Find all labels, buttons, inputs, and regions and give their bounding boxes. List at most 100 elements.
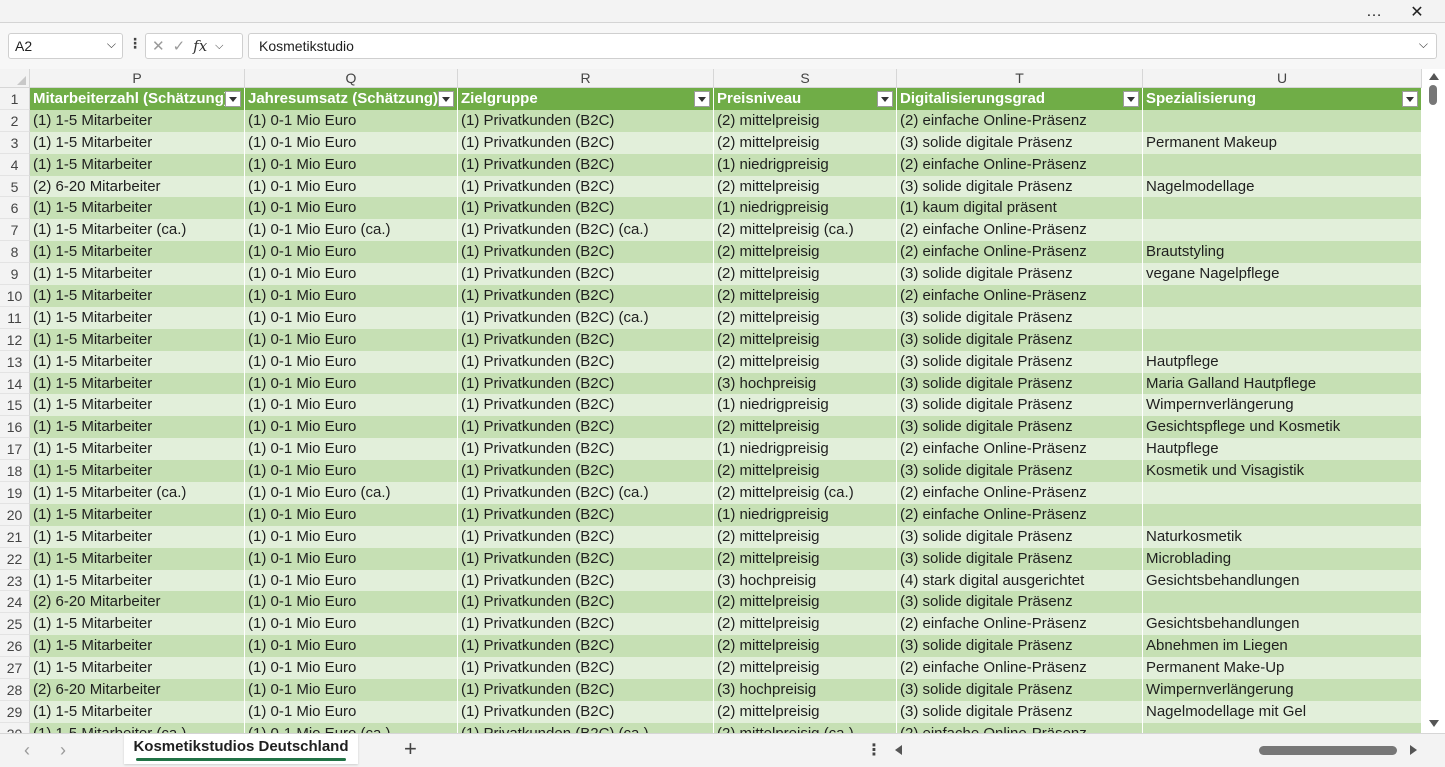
table-cell[interactable]: (3) hochpreisig	[714, 679, 897, 701]
table-cell[interactable]: (1) 1-5 Mitarbeiter	[30, 635, 245, 658]
table-cell[interactable]: (1) 0-1 Mio Euro	[245, 525, 458, 548]
horizontal-scroll-thumb[interactable]	[1259, 746, 1397, 755]
table-cell[interactable]: (2) mittelpreisig	[714, 285, 897, 307]
table-cell[interactable]: (1) Privatkunden (B2C)	[458, 263, 714, 286]
header-cell[interactable]: Preisniveau	[714, 88, 897, 110]
scroll-down-icon[interactable]	[1429, 720, 1439, 727]
table-cell[interactable]: (1) 1-5 Mitarbeiter	[30, 657, 245, 680]
table-cell[interactable]: (3) solide digitale Präsenz	[897, 306, 1143, 329]
row-number[interactable]: 1	[0, 88, 30, 110]
row-number[interactable]: 25	[0, 613, 30, 636]
table-cell[interactable]: (1) 0-1 Mio Euro	[245, 569, 458, 592]
table-cell[interactable]: (1) 0-1 Mio Euro (ca.)	[245, 722, 458, 733]
name-box[interactable]: A2 ⌵	[8, 33, 123, 59]
expand-formula-icon[interactable]: ⌵	[1419, 37, 1428, 52]
row-number[interactable]: 23	[0, 569, 30, 592]
table-cell[interactable]: (1) Privatkunden (B2C)	[458, 503, 714, 526]
table-cell[interactable]: (1) 0-1 Mio Euro	[245, 503, 458, 526]
table-cell[interactable]: (1) Privatkunden (B2C)	[458, 131, 714, 154]
table-cell[interactable]: (1) 0-1 Mio Euro	[245, 175, 458, 198]
row-number[interactable]: 5	[0, 175, 30, 198]
table-cell[interactable]: (3) solide digitale Präsenz	[897, 263, 1143, 286]
table-cell[interactable]: (1) Privatkunden (B2C)	[458, 394, 714, 417]
cancel-icon[interactable]: ✕	[152, 37, 165, 55]
header-cell[interactable]: Zielgruppe	[458, 88, 714, 110]
table-cell[interactable]	[1143, 503, 1422, 526]
row-number[interactable]: 8	[0, 241, 30, 264]
table-cell[interactable]: (2) mittelpreisig	[714, 328, 897, 351]
table-cell[interactable]: Wimpernverlängerung	[1143, 679, 1422, 701]
table-cell[interactable]: (2) mittelpreisig	[714, 109, 897, 132]
table-cell[interactable]: (1) 0-1 Mio Euro	[245, 306, 458, 329]
table-cell[interactable]: (1) Privatkunden (B2C)	[458, 241, 714, 264]
table-cell[interactable]: Kosmetik und Visagistik	[1143, 460, 1422, 483]
table-cell[interactable]: (2) mittelpreisig	[714, 306, 897, 329]
table-cell[interactable]	[1143, 591, 1422, 614]
table-cell[interactable]: (2) mittelpreisig	[714, 613, 897, 636]
row-number[interactable]: 14	[0, 372, 30, 395]
table-cell[interactable]: (1) Privatkunden (B2C) (ca.)	[458, 306, 714, 329]
table-cell[interactable]: (4) stark digital ausgerichtet	[897, 569, 1143, 592]
table-cell[interactable]: (2) mittelpreisig	[714, 350, 897, 373]
more-options-icon[interactable]: …	[1356, 0, 1392, 23]
table-cell[interactable]: (2) einfache Online-Präsenz	[897, 285, 1143, 307]
filter-dropdown-icon[interactable]	[694, 91, 710, 107]
table-cell[interactable]: (1) 0-1 Mio Euro	[245, 241, 458, 264]
table-cell[interactable]: (2) mittelpreisig	[714, 241, 897, 264]
table-cell[interactable]: (1) Privatkunden (B2C)	[458, 700, 714, 723]
table-cell[interactable]: (2) mittelpreisig	[714, 700, 897, 723]
table-cell[interactable]: (3) solide digitale Präsenz	[897, 700, 1143, 723]
row-number[interactable]: 18	[0, 460, 30, 483]
table-cell[interactable]: (3) solide digitale Präsenz	[897, 175, 1143, 198]
table-cell[interactable]: (1) 0-1 Mio Euro	[245, 547, 458, 570]
table-cell[interactable]: Wimpernverlängerung	[1143, 394, 1422, 417]
sheet-tab-kosmetikstudios-deutschland[interactable]: Kosmetikstudios Deutschland	[124, 734, 358, 764]
table-cell[interactable]: (1) 1-5 Mitarbeiter	[30, 197, 245, 220]
table-cell[interactable]: (1) Privatkunden (B2C)	[458, 547, 714, 570]
column-header-t[interactable]: T	[897, 69, 1143, 88]
table-cell[interactable]: (2) mittelpreisig	[714, 460, 897, 483]
chevron-down-icon[interactable]: ⌵	[215, 40, 223, 53]
table-cell[interactable]: (2) mittelpreisig	[714, 263, 897, 286]
table-cell[interactable]: (1) Privatkunden (B2C)	[458, 153, 714, 176]
table-cell[interactable]: (3) solide digitale Präsenz	[897, 679, 1143, 701]
row-number[interactable]: 6	[0, 197, 30, 220]
table-cell[interactable]: (1) Privatkunden (B2C) (ca.)	[458, 722, 714, 733]
tab-more-icon[interactable]: ⋮	[866, 740, 882, 760]
table-cell[interactable]: Permanent Makeup	[1143, 131, 1422, 154]
table-cell[interactable]: (1) 1-5 Mitarbeiter	[30, 372, 245, 395]
row-number[interactable]: 27	[0, 657, 30, 680]
column-header-s[interactable]: S	[714, 69, 897, 88]
row-number[interactable]: 2	[0, 109, 30, 132]
table-cell[interactable]: Hautpflege	[1143, 350, 1422, 373]
table-cell[interactable]	[1143, 153, 1422, 176]
table-cell[interactable]: (2) mittelpreisig	[714, 657, 897, 680]
table-cell[interactable]: (1) 1-5 Mitarbeiter	[30, 241, 245, 264]
table-cell[interactable]: (1) 0-1 Mio Euro (ca.)	[245, 482, 458, 504]
formula-bar-more-icon[interactable]: ⋮	[128, 35, 142, 52]
table-cell[interactable]	[1143, 285, 1422, 307]
table-cell[interactable]: (1) Privatkunden (B2C)	[458, 175, 714, 198]
table-cell[interactable]: (1) 1-5 Mitarbeiter (ca.)	[30, 482, 245, 504]
add-sheet-icon[interactable]: +	[404, 736, 417, 762]
table-cell[interactable]: (1) 1-5 Mitarbeiter	[30, 131, 245, 154]
table-cell[interactable]: (1) 0-1 Mio Euro	[245, 460, 458, 483]
next-sheet-icon[interactable]: ›	[60, 740, 66, 761]
table-cell[interactable]: (3) solide digitale Präsenz	[897, 394, 1143, 417]
row-number[interactable]: 24	[0, 591, 30, 614]
table-cell[interactable]: Abnehmen im Liegen	[1143, 635, 1422, 658]
table-cell[interactable]: (1) 1-5 Mitarbeiter	[30, 153, 245, 176]
table-cell[interactable]: (3) solide digitale Präsenz	[897, 547, 1143, 570]
header-cell[interactable]: Digitalisierungsgrad	[897, 88, 1143, 110]
table-cell[interactable]	[1143, 109, 1422, 132]
row-number[interactable]: 20	[0, 503, 30, 526]
column-header-u[interactable]: U	[1143, 69, 1422, 88]
table-cell[interactable]: (3) solide digitale Präsenz	[897, 525, 1143, 548]
table-cell[interactable]: (1) 0-1 Mio Euro	[245, 131, 458, 154]
table-cell[interactable]: (1) Privatkunden (B2C)	[458, 613, 714, 636]
row-number[interactable]: 16	[0, 416, 30, 439]
table-cell[interactable]: (3) hochpreisig	[714, 372, 897, 395]
table-cell[interactable]: (1) Privatkunden (B2C)	[458, 109, 714, 132]
table-cell[interactable]: (1) niedrigpreisig	[714, 394, 897, 417]
row-number[interactable]: 3	[0, 131, 30, 154]
